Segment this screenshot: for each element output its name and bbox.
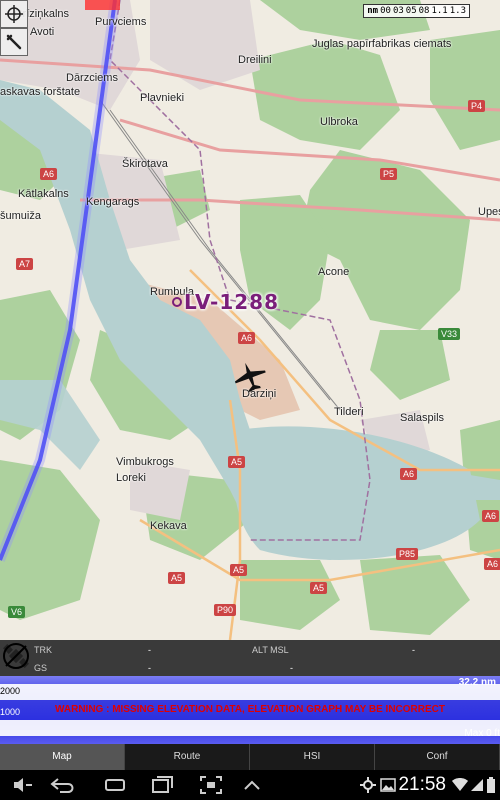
place-label: Škirotava [122,158,168,170]
place-label: Kengarags [86,196,140,208]
screenshot-icon [200,776,222,794]
scale-tick: 1.3 [449,6,466,16]
place-label: Salaspils [400,412,445,424]
place-label: Avoti [30,26,55,38]
tab-map[interactable]: Map [0,744,125,770]
flight-info-strip: TRK - GS - ALT MSL - - [0,640,500,676]
no-gps-satellite-icon [3,643,29,669]
trk-label: TRK [34,645,52,655]
elevation-warning: WARNING : MISSING ELEVATION DATA, ELEVAT… [54,704,445,715]
expand-button[interactable] [240,774,264,796]
system-clock: 21:58 [398,774,446,795]
road-shield: P4 [468,100,486,112]
road-shield: P90 [214,604,237,616]
back-button[interactable] [48,774,78,796]
info-right-value: - [412,645,415,655]
wifi-status [452,774,468,796]
graph-band [0,720,500,736]
place-label: Plavnieki [140,92,185,104]
tab-route[interactable]: Route [125,744,250,770]
graph-tick-2000: 2000 [0,686,21,696]
road-shield: P85 [396,548,419,560]
place-label: Loreki [116,472,146,484]
trk-value: - [148,645,151,655]
graph-band [0,684,500,700]
wrench-icon [6,34,22,50]
wifi-icon [452,778,468,791]
road-shield: A7 [16,258,34,270]
place-label: Vimbukrogs [116,456,174,468]
place-label: Acone [318,266,350,278]
road-shield: V33 [438,328,461,340]
flight-label[interactable]: LV-1288 [172,290,279,314]
alt-msl-value: - [290,663,293,673]
scale-bar: nm 00 03 05 08 1.1 1.3 [363,4,470,18]
road-shield: A6 [482,510,500,522]
recent-apps-button[interactable] [148,774,178,796]
place-label: Tilderi [334,406,364,418]
road-shield: A5 [230,564,248,576]
road-shield: A6 [400,468,418,480]
max-elevation: Max 0 ft [464,728,500,739]
scale-tick: 05 [405,6,417,16]
tools-button[interactable] [0,28,28,56]
place-label: Upes [478,206,500,218]
place-label: Kekava [150,520,187,532]
gallery-status [380,774,396,796]
flight-id: LV-1288 [184,290,279,314]
alt-msl-label: ALT MSL [252,645,289,655]
scale-tick: 08 [418,6,430,16]
route-distance: 32.2 nm [458,677,496,688]
screenshot-button[interactable] [196,774,226,796]
scale-tick: 00 [380,6,391,16]
road-shield: A6 [484,558,500,570]
gs-label: GS [34,663,48,673]
road-shield: A6 [238,332,256,344]
battery-status [486,774,496,796]
road-shield: A5 [228,456,246,468]
volume-down-button[interactable] [10,774,36,796]
chevron-up-icon [244,780,260,790]
center-position-button[interactable] [0,0,28,28]
battery-icon [487,777,495,793]
scale-unit: nm [367,6,379,16]
scale-tick: 1.1 [431,6,448,16]
crosshair-icon [5,5,23,23]
place-label: Ulbroka [320,116,358,128]
map-view[interactable]: Grīziņkalns Purvciems Avoti Juglas papīr… [0,0,500,640]
scale-tick: 03 [392,6,404,16]
road-shield: A6 [40,168,58,180]
image-icon [380,778,396,792]
home-button[interactable] [100,774,130,796]
elevation-graph[interactable]: 2000 1000 32.2 nm WARNING : MISSING ELEV… [0,676,500,744]
road-shield: V6 [8,606,26,618]
gs-value: - [148,663,151,673]
signal-icon [471,779,483,791]
airplane-icon [234,362,266,392]
home-icon [105,779,125,791]
tab-conf[interactable]: Conf [375,744,500,770]
recent-apps-icon [152,776,173,793]
back-arrow-icon [50,778,74,793]
place-label: Juglas papīrfabrikas ciemats [312,38,452,50]
place-label: Dreilini [238,54,272,66]
speaker-icon [14,778,32,792]
system-bar: 21:58 [0,770,500,800]
place-label: askavas forštate [0,86,81,98]
gps-icon [360,777,376,793]
tab-bar: Map Route HSI Conf [0,744,500,770]
road-shield: A5 [168,572,186,584]
gps-status [360,774,376,796]
place-label: Purvciems [95,16,147,28]
signal-status [470,774,484,796]
road-shield: P5 [380,168,398,180]
tab-hsi[interactable]: HSI [250,744,375,770]
road-shield: A5 [310,582,328,594]
waypoint-ring-icon [172,297,182,307]
place-label: šumuiža [0,210,41,222]
place-label: Dārzciems [66,72,118,84]
place-label: Kātlakalns [18,188,69,200]
